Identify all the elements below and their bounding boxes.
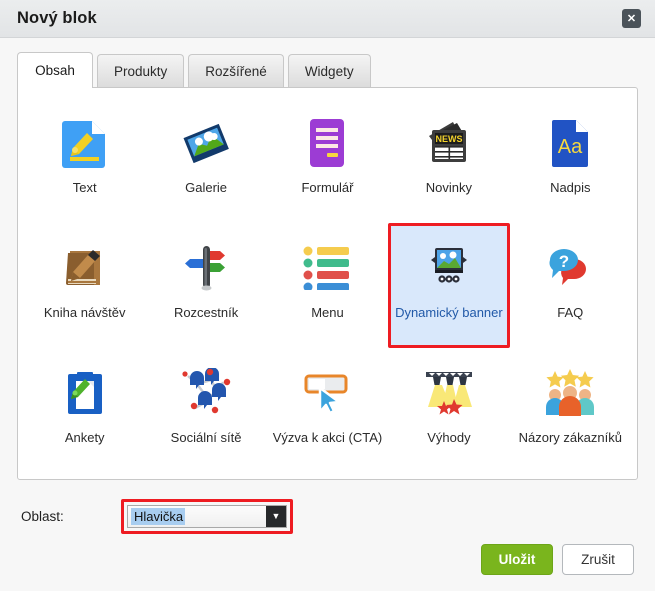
block-tile-menu[interactable]: Menu	[267, 223, 388, 348]
area-select-highlight: Hlavička ▼	[121, 498, 293, 534]
dynamic-banner-icon	[421, 240, 477, 296]
block-tile-label: FAQ	[557, 305, 584, 320]
block-tile-cta[interactable]: Výzva k akci (CTA)	[267, 348, 388, 473]
guestbook-icon	[57, 240, 113, 296]
svg-text:NEWS: NEWS	[435, 134, 462, 144]
block-tile-socialni-site[interactable]: Sociální sítě	[145, 348, 266, 473]
block-tile-label: Ankety	[64, 430, 105, 445]
block-tile-kniha-navstev[interactable]: Kniha návštěv	[24, 223, 145, 348]
tab-rozsirene[interactable]: Rozšířené	[188, 54, 284, 87]
svg-text:Aa: Aa	[558, 136, 583, 158]
save-button[interactable]: Uložit	[481, 544, 553, 575]
menu-list-icon	[299, 240, 355, 296]
block-tile-label: Výhody	[427, 430, 471, 445]
block-tile-text[interactable]: Text	[24, 98, 145, 223]
heading-aa-icon: Aa	[542, 115, 598, 171]
close-icon[interactable]: ✕	[622, 9, 641, 28]
area-select-value: Hlavička	[131, 507, 186, 525]
area-field-row: Oblast: Hlavička ▼	[0, 480, 655, 536]
block-tile-label: Text	[72, 180, 97, 195]
block-tile-label: Kniha návštěv	[43, 305, 126, 320]
block-tile-nadpis[interactable]: Aa Nadpis	[510, 98, 631, 223]
block-tile-faq[interactable]: ? FAQ	[510, 223, 631, 348]
chevron-down-icon[interactable]: ▼	[266, 505, 286, 527]
block-tile-formular[interactable]: Formulář	[267, 98, 388, 223]
svg-text:?: ?	[559, 252, 569, 271]
form-icon	[299, 115, 355, 171]
social-network-icon	[178, 365, 234, 421]
area-field-label: Oblast:	[21, 508, 64, 524]
cancel-button[interactable]: Zrušit	[562, 544, 634, 575]
block-tile-vyhody[interactable]: Výhody	[388, 348, 509, 473]
tab-widgety[interactable]: Widgety	[287, 54, 371, 87]
dialog-title: Nový blok	[17, 9, 97, 27]
block-tile-label: Menu	[311, 305, 344, 320]
block-tile-label: Nadpis	[550, 180, 591, 195]
block-tile-novinky[interactable]: NEWS Novinky	[388, 98, 509, 223]
area-select[interactable]: Hlavička ▼	[127, 504, 287, 528]
block-tile-ankety[interactable]: Ankety	[24, 348, 145, 473]
block-tile-label: Sociální sítě	[170, 430, 242, 445]
block-tile-rozcestnik[interactable]: Rozcestník	[145, 223, 266, 348]
gallery-photo-icon	[178, 115, 234, 171]
cta-cursor-button-icon	[299, 365, 355, 421]
tab-bar: Obsah Produkty Rozšířené Widgety	[0, 38, 655, 88]
tab-obsah[interactable]: Obsah	[17, 52, 93, 88]
tab-produkty[interactable]: Produkty	[97, 54, 185, 87]
clipboard-pencil-icon	[57, 365, 113, 421]
block-tile-label: Výzva k akci (CTA)	[272, 430, 383, 445]
block-tile-label: Formulář	[301, 180, 354, 195]
block-tile-label: Názory zákazníků	[518, 430, 622, 445]
customer-reviews-icon	[542, 365, 598, 421]
dialog-titlebar: Nový blok ✕	[0, 0, 655, 38]
block-tile-label: Dynamický banner	[395, 305, 503, 320]
block-type-panel: Text Galerie Formulář NEWS Novinky Aa Na…	[17, 87, 638, 480]
document-pencil-icon	[57, 115, 113, 171]
signpost-icon	[178, 240, 234, 296]
block-tile-galerie[interactable]: Galerie	[145, 98, 266, 223]
block-grid: Text Galerie Formulář NEWS Novinky Aa Na…	[24, 98, 631, 473]
block-tile-label: Galerie	[185, 180, 228, 195]
block-tile-label: Novinky	[425, 180, 473, 195]
speech-bubbles-question-icon: ?	[542, 240, 598, 296]
newspaper-icon: NEWS	[421, 115, 477, 171]
block-tile-dynamicky-banner[interactable]: Dynamický banner	[388, 223, 510, 348]
block-tile-label: Rozcestník	[173, 305, 239, 320]
new-block-dialog: Nový blok ✕ Obsah Produkty Rozšířené Wid…	[0, 0, 655, 583]
spotlight-stars-icon	[421, 365, 477, 421]
block-tile-nazory-zakazniku[interactable]: Názory zákazníků	[510, 348, 631, 473]
